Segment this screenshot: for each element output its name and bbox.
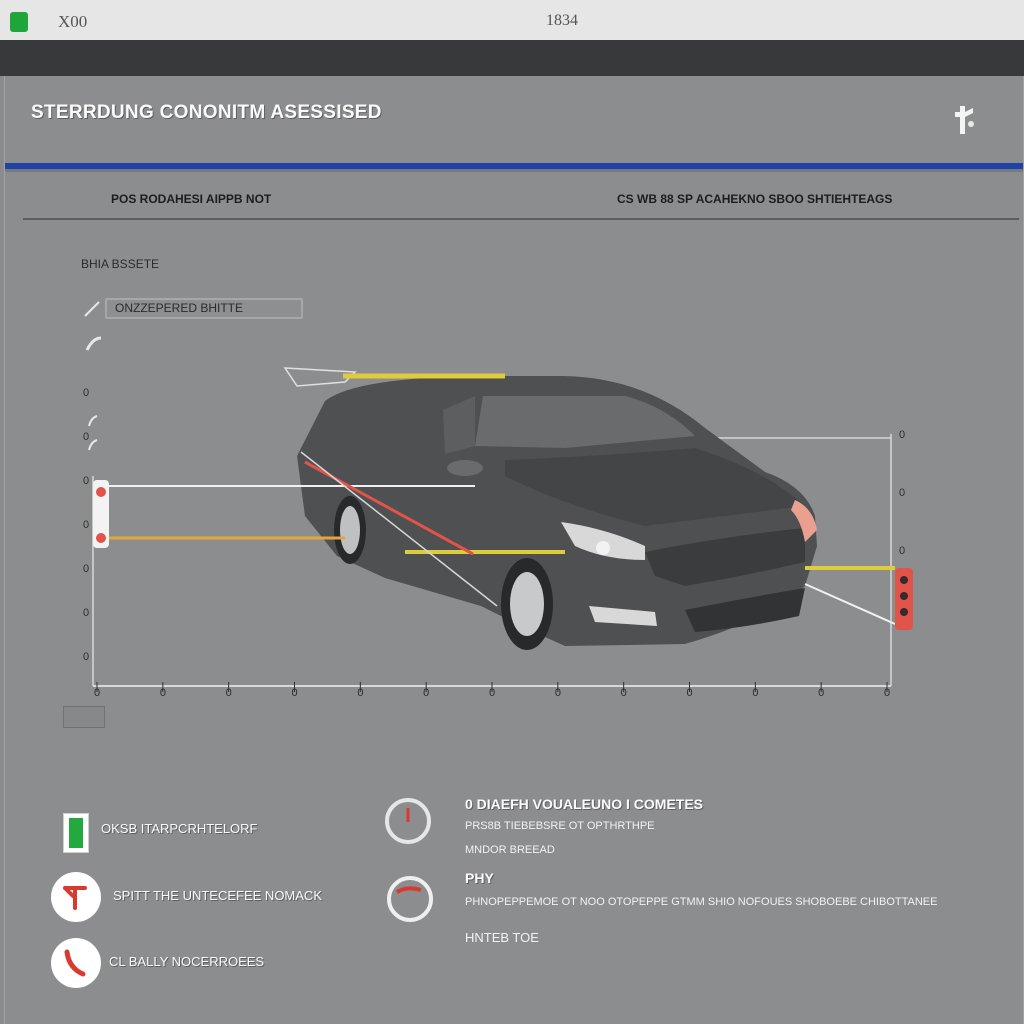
y-tick-left-label: 0 (83, 387, 89, 399)
x-tick-label: 0 (226, 687, 232, 699)
y-tick-right-label: 0 (899, 487, 905, 499)
red-curve-icon[interactable] (51, 938, 101, 988)
red-gauge-icon (387, 876, 433, 922)
y-tick-right-label: 0 (899, 429, 905, 441)
x-tick-group: 0 0 0 0 0 0 0 0 0 0 0 0 0 (94, 682, 890, 699)
window-title-center: 1834 (546, 12, 578, 29)
right-panel-label-a: MNDOR BREEAD (465, 844, 555, 856)
toolbar (0, 40, 1024, 76)
clock-gauge-icon (385, 798, 431, 844)
x-tick-label: 0 (94, 687, 100, 699)
x-tick-label: 0 (555, 687, 561, 699)
red-arrow-icon[interactable] (51, 872, 101, 922)
curve-mark-icon (85, 336, 102, 351)
curve-mark-icon (88, 415, 98, 427)
list-item-label: SPITT THE UNTECEFEE NOMACK (113, 888, 322, 903)
y-tick-right-group: 0 0 0 (899, 429, 905, 557)
y-tick-left-label: 0 (83, 563, 89, 575)
y-tick-left-label: 0 (83, 431, 89, 443)
x-tick-label: 0 (292, 687, 298, 699)
x-tick-label: 0 (818, 687, 824, 699)
list-item-label: OKSB ITARPCRHTELORF (101, 821, 258, 836)
y-tick-left-label: 0 (83, 519, 89, 531)
assessment-panel: STERRDUNG CONONITM ASESSISED POS RODAHES… (4, 76, 1024, 1024)
x-tick-label: 0 (160, 687, 166, 699)
curve-mark-icon (88, 439, 98, 451)
right-panel-label-b: PHY (465, 870, 494, 886)
x-tick-label: 0 (752, 687, 758, 699)
window-title-left: X00 (58, 12, 88, 31)
x-tick-label: 0 (423, 687, 429, 699)
green-status-icon (63, 813, 89, 853)
y-tick-left-label: 0 (83, 607, 89, 619)
title-bar: X00 1834 (0, 0, 1024, 41)
car-illustration (283, 367, 817, 650)
legend-badge (63, 706, 105, 728)
right-panel-subline: PRS8B TIEBEBSRE OT OPTHRTHPE (465, 820, 655, 832)
y-tick-left-group: 0 0 0 0 0 0 0 (83, 387, 89, 663)
arrow-mark-icon (84, 301, 100, 317)
x-tick-label: 0 (357, 687, 363, 699)
alignment-diagram: 0 0 0 0 0 0 0 0 0 0 0 0 0 0000000 000 (83, 301, 913, 699)
x-tick-label: 0 (489, 687, 495, 699)
y-tick-right-label: 0 (899, 545, 905, 557)
right-panel-description: PHNOPEPPEMOE OT NOO OTOPEPPE GTMM SHIO N… (465, 896, 938, 908)
right-panel-heading: 0 DIAEFH VOUALEUNO I COMETES (465, 796, 704, 812)
x-tick-label: 0 (687, 687, 693, 699)
x-tick-label: 0 (621, 687, 627, 699)
app-icon[interactable] (10, 12, 28, 32)
measure-line-white-2 (804, 583, 896, 625)
y-tick-left-label: 0 (83, 475, 89, 487)
y-tick-left-label: 0 (83, 651, 89, 663)
right-panel-footer: HNTEB TOE (465, 930, 539, 945)
x-tick-label: 0 (884, 687, 890, 699)
list-item-label: CL BALLY NOCERROEES (109, 954, 265, 969)
